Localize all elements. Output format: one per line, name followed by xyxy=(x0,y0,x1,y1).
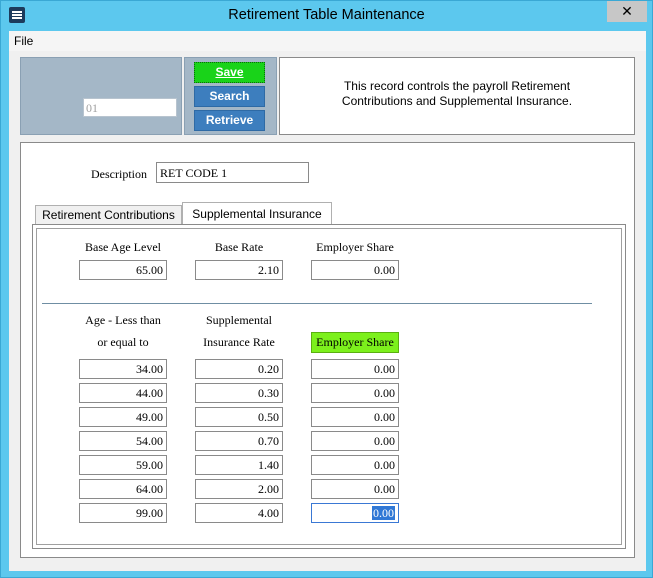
record-code-input[interactable]: 01 xyxy=(83,98,177,117)
row-6-rate-input[interactable]: 2.00 xyxy=(195,479,283,499)
supplemental-insurance-content: Base Age Level Base Rate Employer Share … xyxy=(36,228,622,545)
row-3-rate-input[interactable]: 0.50 xyxy=(195,407,283,427)
age-column-header-line2: or equal to xyxy=(97,335,149,349)
save-button[interactable]: Save xyxy=(194,62,265,83)
info-text: This record controls the payroll Retirem… xyxy=(341,79,573,108)
base-employer-share-input[interactable]: 0.00 xyxy=(311,260,399,280)
search-button[interactable]: Search xyxy=(194,86,265,107)
row-5-age-input[interactable]: 59.00 xyxy=(79,455,167,475)
client-area: File 01 Save Search Retrieve This record… xyxy=(9,31,646,571)
row-4-share-input[interactable]: 0.00 xyxy=(311,431,399,451)
main-panel: Description RET CODE 1 Retirement Contri… xyxy=(20,142,635,558)
row-1-share-input[interactable]: 0.00 xyxy=(311,359,399,379)
tab-retirement-contributions[interactable]: Retirement Contributions xyxy=(35,205,182,225)
info-panel: This record controls the payroll Retirem… xyxy=(279,57,635,135)
action-buttons-panel: Save Search Retrieve xyxy=(184,57,277,135)
rate-column-header-line2: Insurance Rate xyxy=(203,335,275,349)
employer-share-column-header: Employer Share xyxy=(311,332,399,353)
tab-supplemental-insurance[interactable]: Supplemental Insurance xyxy=(182,202,332,225)
row-4-age-input[interactable]: 54.00 xyxy=(79,431,167,451)
menu-bar: File xyxy=(9,31,646,51)
menu-file[interactable]: File xyxy=(14,34,33,48)
retrieve-button[interactable]: Retrieve xyxy=(194,110,265,131)
app-window: Retirement Table Maintenance ✕ File 01 S… xyxy=(0,0,653,578)
row-5-share-input[interactable]: 0.00 xyxy=(311,455,399,475)
row-7-age-input[interactable]: 99.00 xyxy=(79,503,167,523)
description-input[interactable]: RET CODE 1 xyxy=(156,162,309,183)
row-7-rate-input[interactable]: 4.00 xyxy=(195,503,283,523)
rate-column-header-line1: Supplemental xyxy=(206,313,272,327)
row-2-rate-input[interactable]: 0.30 xyxy=(195,383,283,403)
row-6-age-input[interactable]: 64.00 xyxy=(79,479,167,499)
row-1-age-input[interactable]: 34.00 xyxy=(79,359,167,379)
description-label: Description xyxy=(91,167,147,181)
row-3-age-input[interactable]: 49.00 xyxy=(79,407,167,427)
base-age-level-input[interactable]: 65.00 xyxy=(79,260,167,280)
tab-page: Base Age Level Base Rate Employer Share … xyxy=(32,224,626,549)
row-3-share-input[interactable]: 0.00 xyxy=(311,407,399,427)
selected-text: 0.00 xyxy=(372,506,395,520)
age-column-header-line1: Age - Less than xyxy=(85,313,161,327)
row-2-share-input[interactable]: 0.00 xyxy=(311,383,399,403)
close-button[interactable]: ✕ xyxy=(607,1,647,22)
row-6-share-input[interactable]: 0.00 xyxy=(311,479,399,499)
close-icon: ✕ xyxy=(621,3,633,19)
base-age-level-label: Base Age Level xyxy=(85,240,161,254)
row-4-rate-input[interactable]: 0.70 xyxy=(195,431,283,451)
base-rate-input[interactable]: 2.10 xyxy=(195,260,283,280)
key-panel: 01 xyxy=(20,57,182,135)
base-employer-share-label: Employer Share xyxy=(316,240,394,254)
row-7-share-input[interactable]: 0.00 xyxy=(311,503,399,523)
section-divider xyxy=(42,303,592,304)
row-1-rate-input[interactable]: 0.20 xyxy=(195,359,283,379)
row-5-rate-input[interactable]: 1.40 xyxy=(195,455,283,475)
row-2-age-input[interactable]: 44.00 xyxy=(79,383,167,403)
title-bar[interactable]: Retirement Table Maintenance ✕ xyxy=(1,1,652,31)
base-rate-label: Base Rate xyxy=(214,240,264,254)
window-title: Retirement Table Maintenance xyxy=(228,7,425,23)
